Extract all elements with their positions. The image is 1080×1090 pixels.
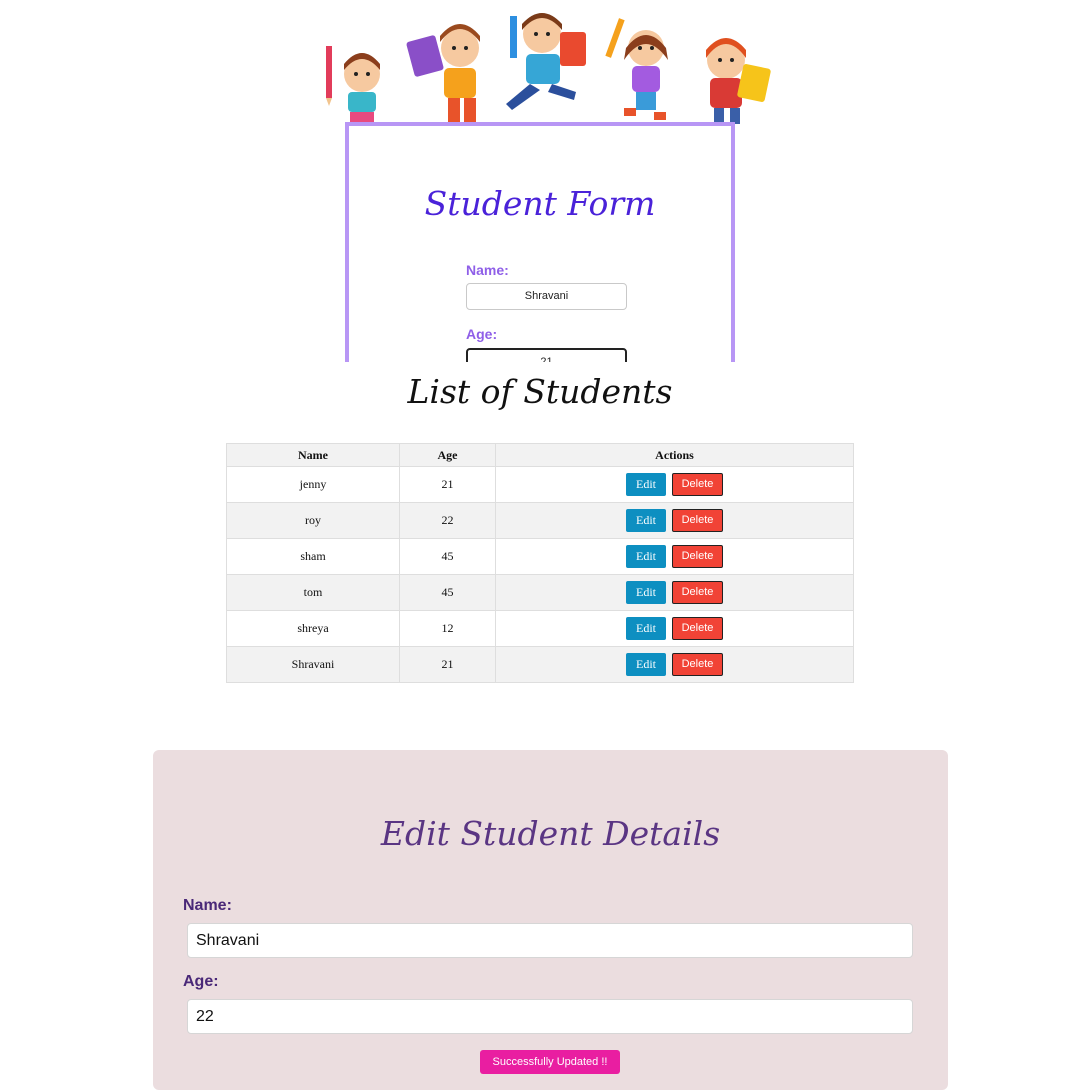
edit-button[interactable]: Edit [626, 545, 666, 568]
cell-age: 12 [399, 610, 496, 647]
cell-name: Shravani [226, 646, 400, 683]
delete-button[interactable]: Delete [672, 509, 723, 532]
edit-button[interactable]: Edit [626, 509, 666, 532]
kid-boy-jumping-figure [506, 13, 586, 110]
delete-button[interactable]: Delete [672, 581, 723, 604]
form-name-input[interactable]: Shravani [466, 283, 627, 310]
table-row: Shravani 21 Edit Delete [226, 646, 854, 683]
delete-button[interactable]: Delete [672, 617, 723, 640]
cell-age: 45 [399, 538, 496, 575]
cell-actions: Edit Delete [495, 502, 854, 539]
cell-actions: Edit Delete [495, 574, 854, 611]
edit-button[interactable]: Edit [626, 581, 666, 604]
delete-button[interactable]: Delete [672, 545, 723, 568]
students-table: Name Age Actions jenny 21 Edit Delete roy… [226, 443, 854, 683]
table-row: jenny 21 Edit Delete [226, 466, 854, 503]
kid-girl-waving-figure [605, 18, 668, 120]
cell-name: shreya [226, 610, 400, 647]
table-row: roy 22 Edit Delete [226, 502, 854, 539]
column-header-age: Age [399, 443, 496, 467]
cell-name: roy [226, 502, 400, 539]
edit-button[interactable]: Edit [626, 473, 666, 496]
cell-age: 45 [399, 574, 496, 611]
cell-age: 21 [399, 466, 496, 503]
form-age-input[interactable]: 21 [466, 348, 627, 362]
cell-actions: Edit Delete [495, 610, 854, 647]
delete-button[interactable]: Delete [672, 473, 723, 496]
student-form-title: Student Form [424, 184, 656, 223]
cell-name: sham [226, 538, 400, 575]
form-name-label: Name: [466, 262, 509, 278]
column-header-name: Name [226, 443, 400, 467]
kid-girl-pencil-figure [326, 46, 380, 122]
cell-actions: Edit Delete [495, 538, 854, 575]
edit-age-input[interactable]: 22 [187, 999, 913, 1034]
cell-name: jenny [226, 466, 400, 503]
student-list-title: List of Students [407, 372, 673, 411]
edit-button[interactable]: Edit [626, 653, 666, 676]
kid-boy-yellow-book-figure [706, 38, 771, 124]
edit-button[interactable]: Edit [626, 617, 666, 640]
table-row: tom 45 Edit Delete [226, 574, 854, 611]
edit-age-label: Age: [183, 973, 219, 990]
cell-actions: Edit Delete [495, 466, 854, 503]
delete-button[interactable]: Delete [672, 653, 723, 676]
table-row: shreya 12 Edit Delete [226, 610, 854, 647]
table-row: sham 45 Edit Delete [226, 538, 854, 575]
cell-age: 21 [399, 646, 496, 683]
edit-student-panel: Edit Student Details Name: Shravani Age:… [153, 750, 948, 1090]
form-age-label: Age: [466, 326, 498, 342]
table-header-row: Name Age Actions [226, 443, 854, 467]
edit-panel-title: Edit Student Details [380, 814, 721, 853]
cell-age: 22 [399, 502, 496, 539]
update-success-button[interactable]: Successfully Updated !! [480, 1050, 620, 1074]
student-form-card: Student Form Name: Shravani Age: 21 [345, 122, 735, 362]
edit-name-label: Name: [183, 897, 232, 914]
cell-actions: Edit Delete [495, 646, 854, 683]
kids-illustration [326, 13, 771, 124]
column-header-actions: Actions [495, 443, 854, 467]
cell-name: tom [226, 574, 400, 611]
kid-boy-book-figure [406, 24, 480, 122]
edit-name-input[interactable]: Shravani [187, 923, 913, 958]
